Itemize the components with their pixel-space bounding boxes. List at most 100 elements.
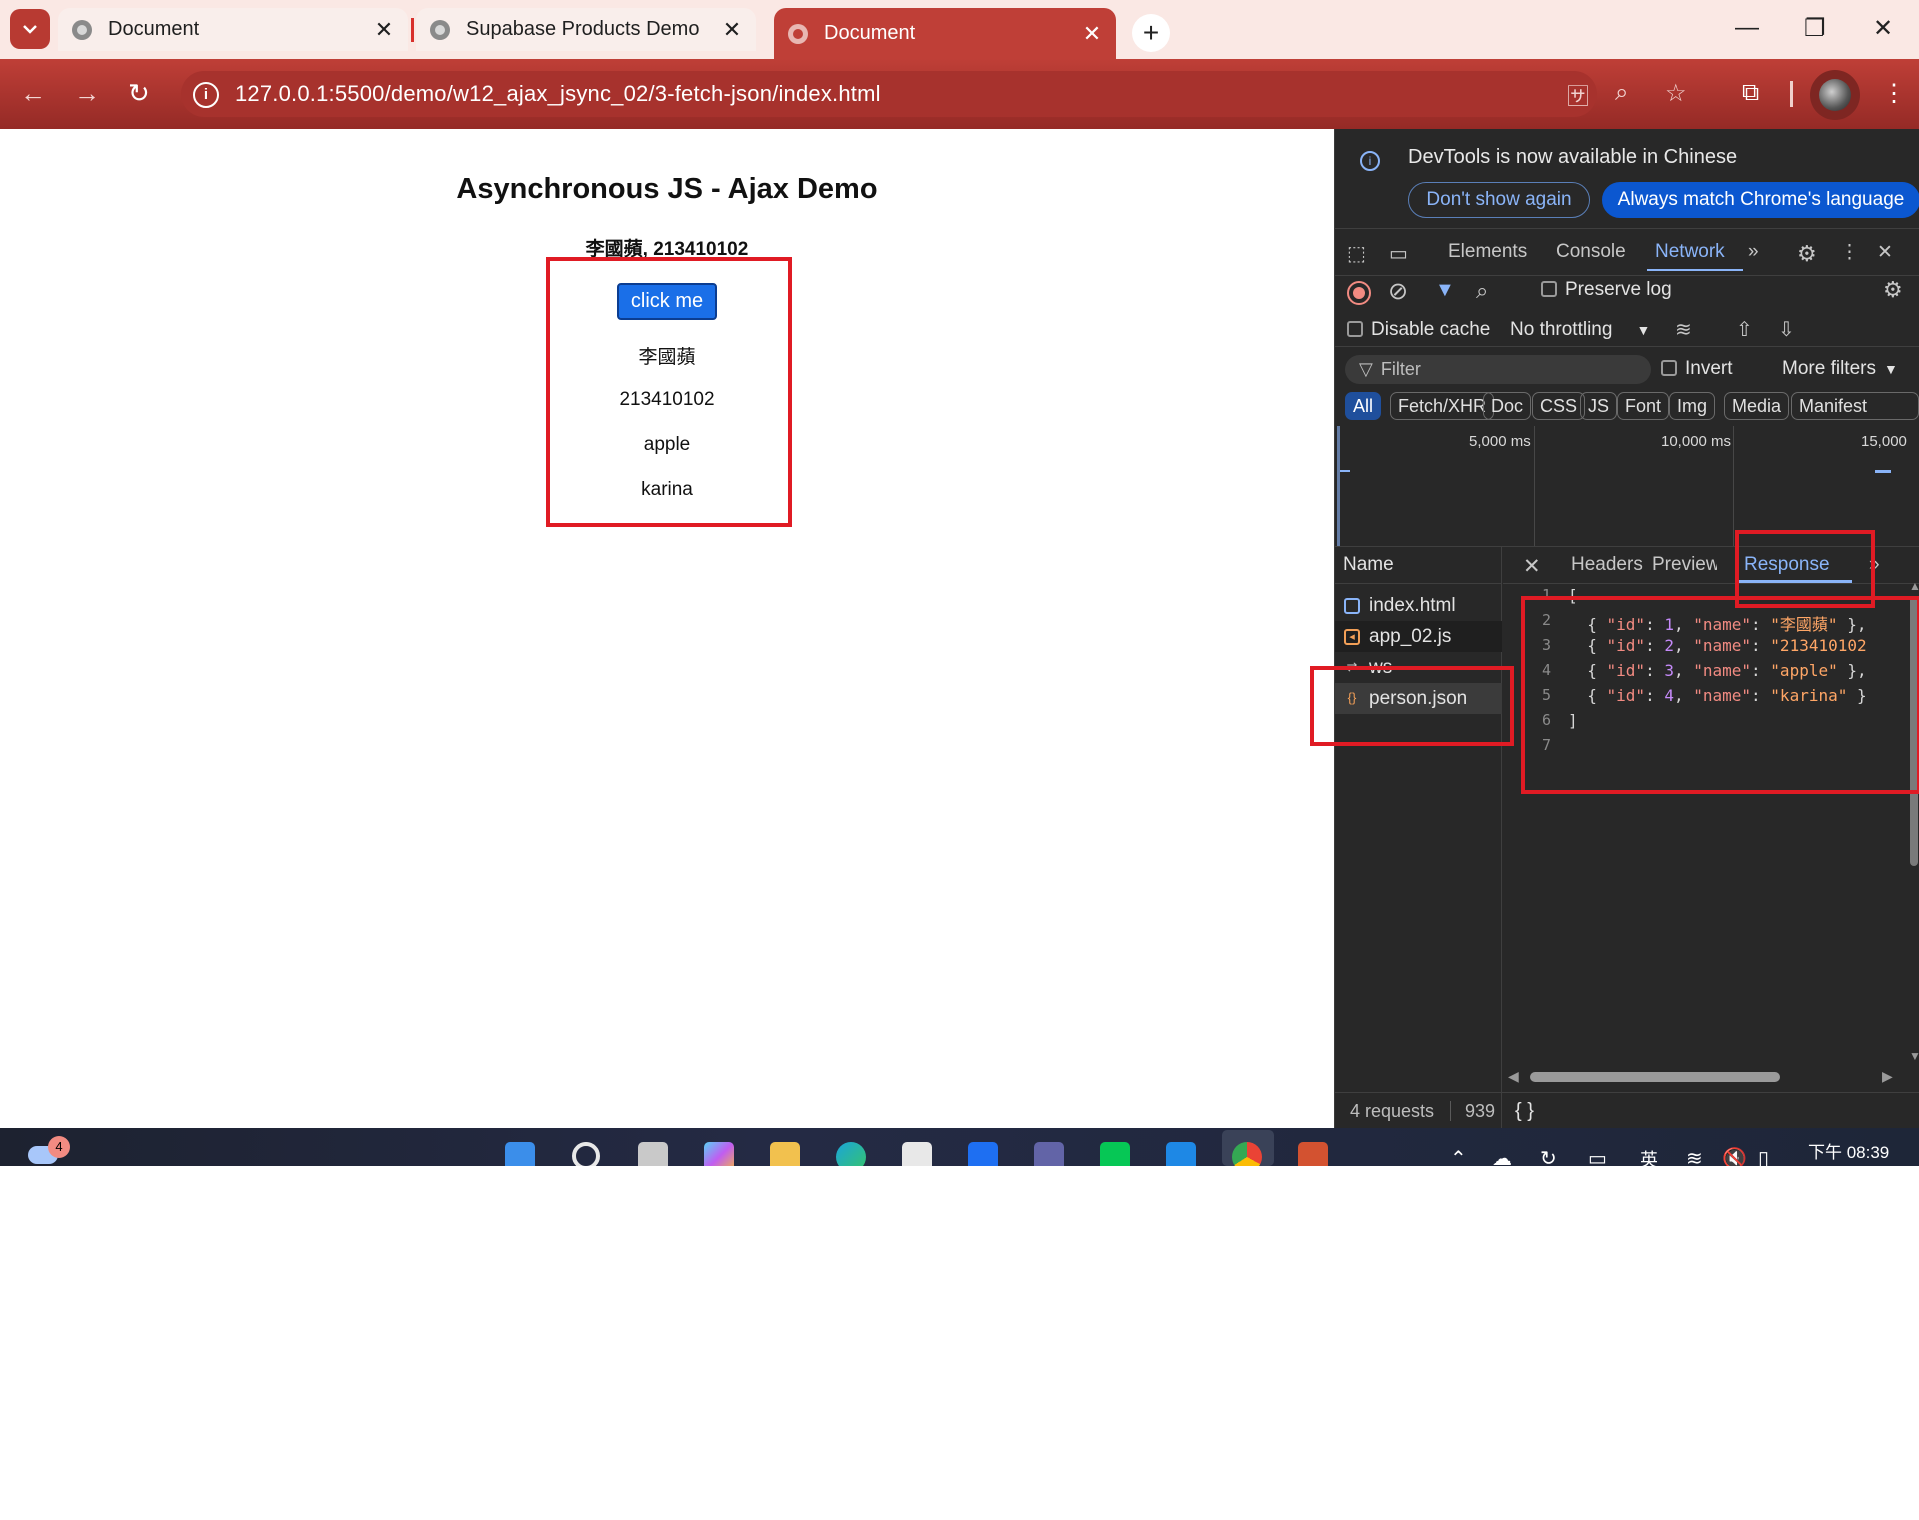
- edge-icon[interactable]: [836, 1142, 866, 1166]
- address-bar[interactable]: i 127.0.0.1:5500/demo/w12_ajax_jsync_02/…: [181, 71, 1687, 117]
- tab-network[interactable]: Network: [1655, 241, 1725, 263]
- more-filters-dropdown[interactable]: More filters ▼: [1782, 358, 1898, 380]
- horizontal-scrollbar[interactable]: [1530, 1072, 1780, 1082]
- onedrive-icon[interactable]: ☁: [1492, 1146, 1512, 1166]
- wifi-icon[interactable]: ≋: [1675, 317, 1692, 342]
- settings-gear-icon[interactable]: ⚙: [1797, 241, 1817, 267]
- network-timeline[interactable]: 5,000 ms 10,000 ms 15,000: [1335, 426, 1919, 546]
- chip-font[interactable]: Font: [1617, 392, 1670, 420]
- extensions-icon[interactable]: ⧉: [1742, 79, 1759, 107]
- tab-search-button[interactable]: [10, 9, 50, 49]
- inspect-element-icon[interactable]: ⬚: [1347, 241, 1366, 266]
- clock[interactable]: 下午 08:39: [1808, 1138, 1889, 1163]
- chevron-down-icon: [23, 25, 37, 34]
- checkbox-box[interactable]: [1661, 360, 1677, 376]
- more-tabs-icon[interactable]: »: [1748, 241, 1759, 263]
- import-har-icon[interactable]: ⇧: [1736, 317, 1753, 342]
- chip-doc[interactable]: Doc: [1483, 392, 1532, 420]
- pretty-print-button[interactable]: { }: [1515, 1093, 1534, 1129]
- battery-icon[interactable]: ▯: [1758, 1146, 1769, 1166]
- dropbox-icon[interactable]: [968, 1142, 998, 1166]
- throttling-value: No throttling: [1510, 319, 1613, 340]
- close-detail-icon[interactable]: ✕: [1523, 554, 1541, 579]
- request-row[interactable]: ◂ app_02.js: [1335, 621, 1502, 652]
- tab-headers[interactable]: Headers: [1571, 554, 1643, 576]
- throttling-select[interactable]: No throttling ▼: [1510, 319, 1650, 341]
- teams-icon[interactable]: [1034, 1142, 1064, 1166]
- tab-document-active[interactable]: Document ✕: [774, 8, 1116, 59]
- divider: [1335, 275, 1919, 276]
- copilot-icon[interactable]: [704, 1142, 734, 1166]
- tray-overflow-icon[interactable]: ⌃: [1450, 1146, 1467, 1166]
- minimize-button[interactable]: —: [1735, 14, 1759, 42]
- ime-indicator[interactable]: 英: [1640, 1146, 1658, 1166]
- preserve-log-checkbox[interactable]: Preserve log: [1541, 279, 1672, 301]
- name-column-header[interactable]: Name: [1335, 546, 1502, 584]
- menu-kebab-icon[interactable]: ⋮: [1882, 79, 1906, 108]
- zoom-icon[interactable]: ⌕: [1615, 79, 1628, 107]
- disable-cache-checkbox[interactable]: Disable cache: [1347, 319, 1490, 341]
- chip-fetch-xhr[interactable]: Fetch/XHR: [1390, 392, 1495, 420]
- clear-icon[interactable]: ⊘: [1388, 277, 1408, 306]
- close-tab-icon[interactable]: ✕: [1082, 21, 1102, 47]
- display-icon[interactable]: ▭: [1588, 1146, 1607, 1166]
- search-icon[interactable]: ⌕: [1476, 278, 1488, 304]
- checkbox-box[interactable]: [1347, 321, 1363, 337]
- checkbox-box[interactable]: [1541, 281, 1557, 297]
- windows-start-icon[interactable]: [505, 1142, 535, 1166]
- close-devtools-icon[interactable]: ✕: [1877, 241, 1893, 264]
- devtools-menu-icon[interactable]: ⋮: [1840, 241, 1859, 264]
- invert-checkbox[interactable]: Invert: [1661, 358, 1733, 380]
- forward-arrow-icon[interactable]: →: [74, 78, 100, 109]
- file-explorer-icon[interactable]: [770, 1142, 800, 1166]
- tab-document-1[interactable]: Document ✕: [58, 8, 408, 51]
- request-row[interactable]: index.html: [1335, 590, 1502, 621]
- tab-elements[interactable]: Elements: [1448, 241, 1527, 263]
- store-icon[interactable]: [902, 1142, 932, 1166]
- chip-css[interactable]: CSS: [1532, 392, 1586, 420]
- translate-icon[interactable]: 🈂: [1567, 79, 1589, 111]
- tab-preview[interactable]: Preview: [1652, 554, 1717, 576]
- chrome-icon[interactable]: [1232, 1142, 1262, 1166]
- vscode-icon[interactable]: [1166, 1142, 1196, 1166]
- tab-supabase[interactable]: Supabase Products Demo ✕: [416, 8, 756, 51]
- scroll-down-icon[interactable]: ▼: [1909, 1049, 1919, 1063]
- click-me-button[interactable]: click me: [617, 283, 717, 320]
- chip-manifest[interactable]: Manifest: [1791, 392, 1919, 420]
- export-har-icon[interactable]: ⇩: [1778, 317, 1795, 342]
- tab-console[interactable]: Console: [1556, 241, 1626, 263]
- chip-media[interactable]: Media: [1724, 392, 1790, 420]
- task-view-icon[interactable]: [638, 1142, 668, 1166]
- url-text[interactable]: 127.0.0.1:5500/demo/w12_ajax_jsync_02/3-…: [235, 81, 881, 107]
- scroll-right-icon[interactable]: ▶: [1882, 1068, 1893, 1085]
- close-tab-icon[interactable]: ✕: [374, 17, 394, 43]
- volume-muted-icon[interactable]: 🔇: [1722, 1146, 1747, 1166]
- back-arrow-icon[interactable]: ←: [20, 78, 46, 109]
- chip-js[interactable]: JS: [1580, 392, 1618, 420]
- bookmark-star-icon[interactable]: ☆: [1665, 79, 1687, 108]
- powerpoint-icon[interactable]: [1298, 1142, 1328, 1166]
- network-icon[interactable]: ≋: [1686, 1146, 1703, 1166]
- sync-icon[interactable]: ↻: [1540, 1146, 1557, 1166]
- line-icon[interactable]: [1100, 1142, 1130, 1166]
- search-icon[interactable]: [572, 1142, 600, 1166]
- new-tab-button[interactable]: +: [1132, 14, 1170, 52]
- chip-img[interactable]: Img: [1669, 392, 1716, 420]
- always-match-language-button[interactable]: Always match Chrome's language: [1602, 182, 1919, 218]
- scroll-left-icon[interactable]: ◀: [1508, 1068, 1519, 1085]
- dont-show-again-button[interactable]: Don't show again: [1408, 182, 1590, 218]
- filter-input[interactable]: ▽ Filter: [1345, 355, 1651, 384]
- scroll-up-icon[interactable]: ▲: [1909, 579, 1919, 593]
- restore-button[interactable]: ❐: [1804, 14, 1826, 43]
- profile-avatar[interactable]: [1810, 70, 1860, 120]
- reload-icon[interactable]: ↻: [128, 78, 150, 109]
- timeline-bar: [1875, 470, 1891, 473]
- close-tab-icon[interactable]: ✕: [722, 17, 742, 43]
- filter-funnel-icon[interactable]: ▼: [1435, 279, 1455, 302]
- record-stop-icon[interactable]: [1347, 281, 1371, 305]
- chip-all[interactable]: All: [1345, 392, 1382, 420]
- site-info-icon[interactable]: i: [193, 82, 219, 108]
- close-window-button[interactable]: ✕: [1873, 14, 1893, 43]
- device-toolbar-icon[interactable]: ▭: [1389, 241, 1408, 266]
- network-settings-gear-icon[interactable]: ⚙: [1883, 277, 1903, 303]
